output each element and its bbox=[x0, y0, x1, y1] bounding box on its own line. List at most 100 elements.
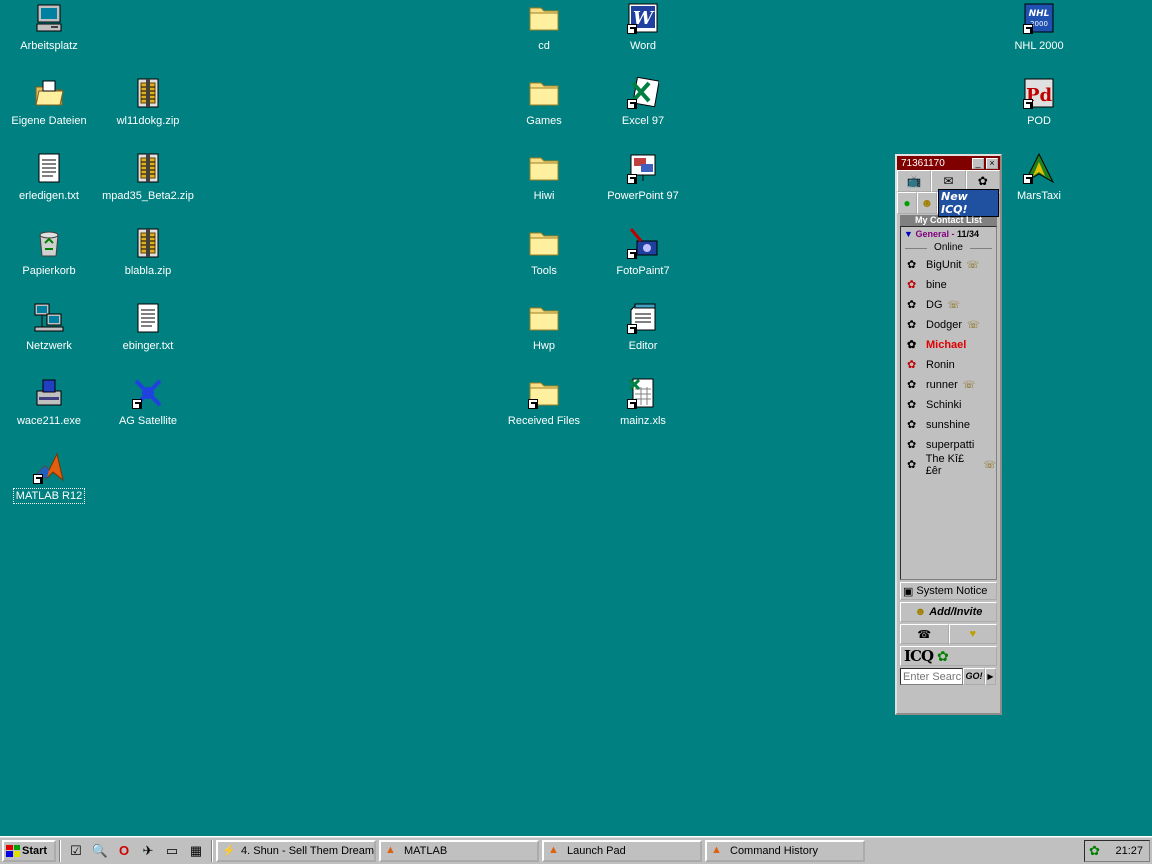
contact-item[interactable]: ✿ Ronin bbox=[901, 355, 996, 375]
desktop-icon-editor[interactable]: Editor bbox=[593, 302, 693, 372]
new-icq-button[interactable]: New ICQ! bbox=[937, 189, 1000, 217]
desktop-icon-blabla[interactable]: blabla.zip bbox=[98, 227, 198, 297]
contact-list[interactable]: ▼ General - 11/34 Online ✿ BigUnit ☏ ✿ bine… bbox=[900, 226, 997, 580]
heart-icon: ♥ bbox=[969, 628, 977, 640]
desktop-icon-wl11dokg[interactable]: wl11dokg.zip bbox=[98, 77, 198, 147]
system-notice-button[interactable]: ▣ System Notice bbox=[900, 582, 997, 600]
desktop-icon-hiwi[interactable]: Hiwi bbox=[494, 152, 594, 222]
icq-logo: ICQ bbox=[904, 647, 934, 665]
windows-logo-icon bbox=[6, 844, 20, 857]
folder-icon bbox=[528, 77, 560, 109]
network-icon bbox=[33, 302, 65, 334]
contact-item[interactable]: ✿ BigUnit ☏ bbox=[901, 255, 996, 275]
task-command-history[interactable]: ▲ Command History bbox=[705, 839, 865, 862]
go-button[interactable]: GO! bbox=[963, 668, 985, 685]
status-flower-icon: ✿ bbox=[907, 379, 917, 391]
task-winamp[interactable]: ⚡ 4. Shun - Sell Them Dream... bbox=[216, 839, 376, 862]
contact-item[interactable]: ✿ The Kî££êr ☏ bbox=[901, 453, 996, 477]
quicklaunch-explorer-icon[interactable]: 🔍 bbox=[90, 841, 110, 861]
desktop-icon-nhl2000[interactable]: NHL 2000 NHL 2000 bbox=[989, 2, 1089, 72]
zip-icon bbox=[132, 77, 164, 109]
add-invite-button[interactable]: ☻ Add/Invite bbox=[900, 602, 997, 622]
desktop-icon-ebinger[interactable]: ebinger.txt bbox=[98, 302, 198, 372]
triangle-down-icon: ▼ bbox=[904, 229, 913, 239]
icq-flower-icon: ✿ bbox=[937, 647, 949, 664]
status-flower-icon: ✿ bbox=[907, 279, 917, 291]
folder-icon bbox=[528, 152, 560, 184]
desktop-icon-powerpoint[interactable]: PowerPoint 97 bbox=[593, 152, 693, 222]
desktop-icon-mpad35[interactable]: mpad35_Beta2.zip bbox=[98, 152, 198, 222]
icq-bottom-buttons: ☎ ♥ bbox=[900, 624, 997, 644]
group-general[interactable]: ▼ General - 11/34 bbox=[901, 227, 996, 241]
status-flower-icon: ✿ bbox=[907, 339, 917, 351]
task-launch-pad[interactable]: ▲ Launch Pad bbox=[542, 839, 702, 862]
icq-window: 71361170 _ × 📺 ✉ ✿ ● ☻ New ICQ! My Conta… bbox=[895, 154, 1002, 715]
close-button[interactable]: × bbox=[986, 157, 998, 169]
matlab-icon bbox=[33, 452, 65, 484]
envelope-icon: ✉ bbox=[943, 174, 954, 188]
desktop-icon-pod[interactable]: Pd POD bbox=[989, 77, 1089, 147]
shortcut-arrow-icon bbox=[1023, 174, 1033, 184]
desktop-icon-games[interactable]: Games bbox=[494, 77, 594, 147]
start-button[interactable]: Start bbox=[2, 839, 56, 862]
contact-item[interactable]: ✿ Dodger ☏ bbox=[901, 315, 996, 335]
contact-item[interactable]: ✿ sunshine bbox=[901, 415, 996, 435]
search-input[interactable] bbox=[900, 668, 963, 685]
desktop-icon-eigene-dateien[interactable]: Eigene Dateien bbox=[0, 77, 99, 147]
status-flower-icon: ✿ bbox=[907, 259, 917, 271]
desktop-icon-marstaxi[interactable]: MarsTaxi bbox=[989, 152, 1089, 222]
contact-item[interactable]: ✿ Schinki bbox=[901, 395, 996, 415]
desktop-icon-hwp[interactable]: Hwp bbox=[494, 302, 594, 372]
quicklaunch-satellite-icon[interactable]: ✈ bbox=[138, 841, 158, 861]
taskbar-separator bbox=[211, 839, 213, 862]
icq-world-button[interactable]: ● bbox=[897, 192, 917, 214]
quicklaunch-checklist-icon[interactable]: ☑ bbox=[66, 841, 86, 861]
icq-tv-button[interactable]: 📺 bbox=[897, 170, 932, 192]
desktop-icon-wace211[interactable]: wace211.exe bbox=[0, 377, 99, 447]
icq-phone-button[interactable]: ☎ bbox=[900, 624, 949, 644]
status-flower-icon: ✿ bbox=[907, 319, 917, 331]
system-tray: ✿ 21:27 bbox=[1084, 839, 1150, 862]
desktop-icon-papierkorb[interactable]: Papierkorb bbox=[0, 227, 99, 297]
desktop-icon-word[interactable]: W Word bbox=[593, 2, 693, 72]
minimize-button[interactable]: _ bbox=[972, 157, 984, 169]
phone-icon: ☏ bbox=[983, 459, 996, 471]
quicklaunch-opera-icon[interactable]: O bbox=[114, 841, 134, 861]
desktop-icon-tools[interactable]: Tools bbox=[494, 227, 594, 297]
folder-icon bbox=[528, 2, 560, 34]
contact-item[interactable]: ✿ Michael bbox=[901, 335, 996, 355]
desktop-icon-mainz-xls[interactable]: mainz.xls bbox=[593, 377, 693, 447]
xls-file-icon bbox=[627, 377, 659, 409]
clock[interactable]: 21:27 bbox=[1115, 845, 1143, 857]
icq-user-button[interactable]: ☻ bbox=[917, 192, 937, 214]
folder-icon bbox=[528, 302, 560, 334]
desktop-icon-arbeitsplatz[interactable]: Arbeitsplatz bbox=[0, 2, 99, 72]
desktop-icon-excel[interactable]: Excel 97 bbox=[593, 77, 693, 147]
shortcut-arrow-icon bbox=[132, 399, 142, 409]
shortcut-arrow-icon bbox=[627, 324, 637, 334]
matlab-icon: ▲ bbox=[548, 843, 559, 856]
desktop-icon-matlab[interactable]: MATLAB R12 bbox=[0, 452, 99, 522]
quicklaunch-tv-icon[interactable]: ▭ bbox=[162, 841, 182, 861]
contact-item[interactable]: ✿ runner ☏ bbox=[901, 375, 996, 395]
phone-icon: ☏ bbox=[947, 299, 961, 311]
arrow-right-icon[interactable]: ▶ bbox=[985, 668, 996, 685]
task-matlab[interactable]: ▲ MATLAB bbox=[379, 839, 539, 862]
contact-item[interactable]: ✿ DG ☏ bbox=[901, 295, 996, 315]
icq-favorites-button[interactable]: ♥ bbox=[948, 624, 997, 644]
shortcut-arrow-icon bbox=[33, 474, 43, 484]
desktop-icon-erledigen[interactable]: erledigen.txt bbox=[0, 152, 99, 222]
icq-main-button[interactable]: ICQ ✿ bbox=[900, 646, 997, 666]
powerpoint-icon bbox=[627, 152, 659, 184]
quicklaunch-app-icon[interactable]: ▦ bbox=[186, 841, 206, 861]
icq-tray-icon[interactable]: ✿ bbox=[1089, 843, 1100, 859]
desktop-icon-netzwerk[interactable]: Netzwerk bbox=[0, 302, 99, 372]
desktop-icon-cd[interactable]: cd bbox=[494, 2, 594, 72]
fotopaint-icon bbox=[627, 227, 659, 259]
desktop-icon-ag-satellite[interactable]: AG Satellite bbox=[98, 377, 198, 447]
contact-item[interactable]: ✿ superpatti bbox=[901, 435, 996, 455]
desktop-icon-received-files[interactable]: Received Files bbox=[494, 377, 594, 447]
desktop-icon-fotopaint[interactable]: FotoPaint7 bbox=[593, 227, 693, 297]
icq-titlebar[interactable]: 71361170 _ × bbox=[897, 156, 1000, 170]
contact-item[interactable]: ✿ bine bbox=[901, 275, 996, 295]
